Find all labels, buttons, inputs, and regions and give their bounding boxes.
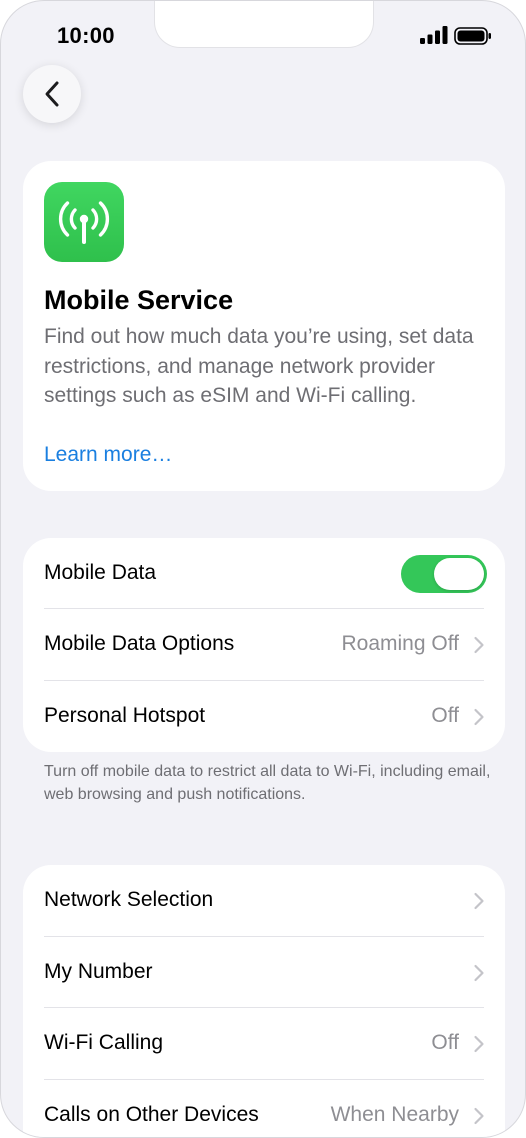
mobile-data-footnote: Turn off mobile data to restrict all dat… xyxy=(44,763,491,803)
status-bar: 10:00 xyxy=(1,1,525,61)
row-value: Off xyxy=(431,704,459,727)
row-value: When Nearby xyxy=(330,1103,459,1126)
antenna-radiowaves-icon xyxy=(58,201,110,244)
row-label: Network Selection xyxy=(44,888,214,911)
learn-more-link[interactable]: Learn more… xyxy=(44,443,172,467)
phone-frame: 10:00 Mobile Service Find out how much d… xyxy=(0,0,526,1138)
mobile-data-row: Mobile Data xyxy=(23,538,505,609)
app-icon xyxy=(44,182,124,262)
row-label: Personal Hotspot xyxy=(44,704,206,727)
chevron-right-icon xyxy=(474,636,484,654)
cellular-signal-icon xyxy=(420,26,448,44)
row-label: Wi-Fi Calling xyxy=(44,1031,164,1054)
calls-on-other-devices-row[interactable]: Calls on Other Devices When Nearby xyxy=(23,1080,505,1137)
chevron-right-icon xyxy=(474,1107,484,1125)
row-label: Mobile Data Options xyxy=(44,632,235,655)
battery-full-icon xyxy=(454,27,491,45)
network-section: Network Selection My Number Wi-Fi Callin… xyxy=(23,865,505,1137)
row-value: Roaming Off xyxy=(341,632,460,655)
personal-hotspot-row[interactable]: Personal Hotspot Off xyxy=(23,681,505,752)
page-title: Mobile Service xyxy=(44,285,234,315)
chevron-right-icon xyxy=(474,708,484,726)
row-label: Mobile Data xyxy=(44,561,157,584)
row-label: My Number xyxy=(44,960,153,983)
intro-card: Mobile Service Find out how much data yo… xyxy=(23,161,505,491)
notch xyxy=(154,1,374,48)
row-label: Calls on Other Devices xyxy=(44,1103,259,1126)
back-button[interactable] xyxy=(23,65,81,123)
row-value: Off xyxy=(431,1031,459,1054)
toggle-knob xyxy=(434,558,484,590)
chevron-right-icon xyxy=(474,964,484,982)
network-selection-row[interactable]: Network Selection xyxy=(23,865,505,936)
mobile-data-options-row[interactable]: Mobile Data Options Roaming Off xyxy=(23,609,505,680)
my-number-row[interactable]: My Number xyxy=(23,937,505,1008)
chevron-right-icon xyxy=(474,892,484,910)
mobile-data-section: Mobile Data Mobile Data Options Roaming … xyxy=(23,538,505,752)
wifi-calling-row[interactable]: Wi-Fi Calling Off xyxy=(23,1008,505,1079)
mobile-data-toggle[interactable] xyxy=(401,555,487,593)
chevron-left-icon xyxy=(45,81,59,107)
status-time: 10:00 xyxy=(57,23,115,48)
intro-description: Find out how much data you’re using, set… xyxy=(44,325,474,407)
chevron-right-icon xyxy=(474,1035,484,1053)
